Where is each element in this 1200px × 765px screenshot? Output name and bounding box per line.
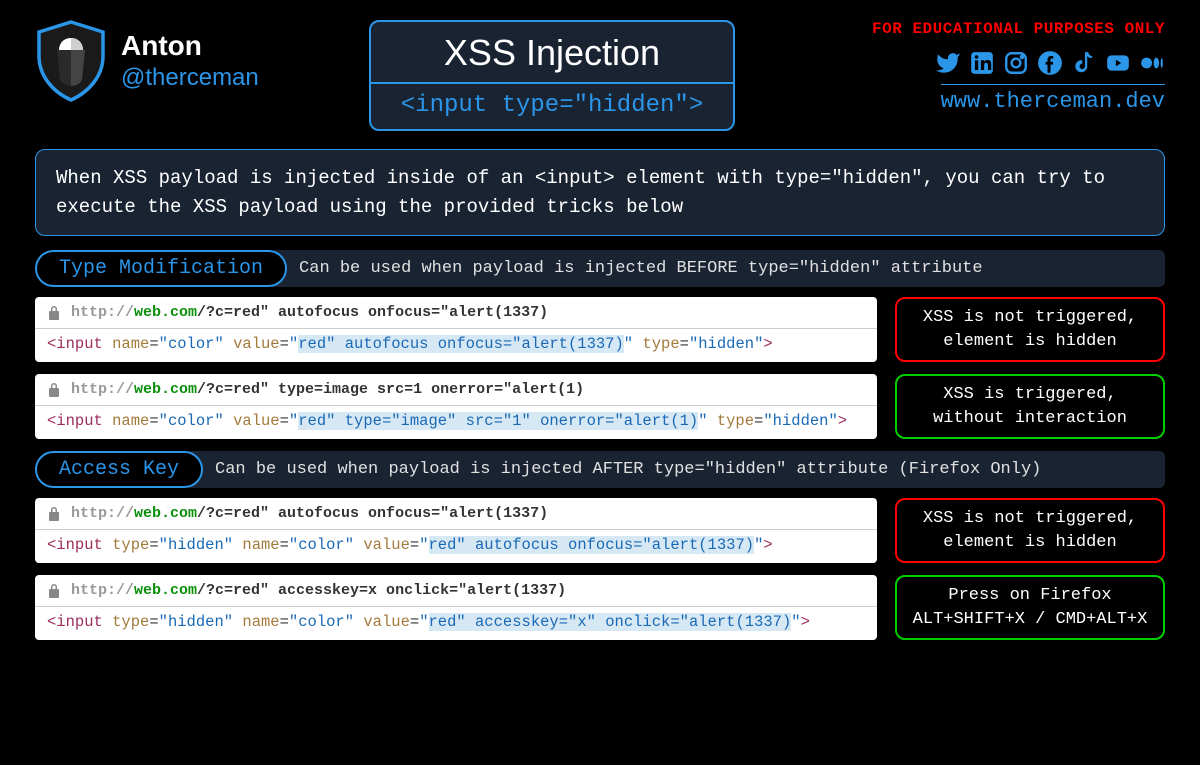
facebook-icon[interactable] xyxy=(1037,50,1063,76)
linkedin-icon[interactable] xyxy=(969,50,995,76)
instagram-icon[interactable] xyxy=(1003,50,1029,76)
url-bar: http://web.com/?c=red" autofocus onfocus… xyxy=(71,304,548,321)
code-output: <input type="hidden" name="color" value=… xyxy=(35,530,877,563)
profile: Anton @therceman xyxy=(35,20,259,102)
url-bar: http://web.com/?c=red" accesskey=x oncli… xyxy=(71,582,566,599)
result-not-triggered: XSS is not triggered, element is hidden xyxy=(895,498,1165,563)
url-bar: http://web.com/?c=red" autofocus onfocus… xyxy=(71,505,548,522)
code-output: <input type="hidden" name="color" value=… xyxy=(35,607,877,640)
lock-icon xyxy=(47,382,61,398)
tiktok-icon[interactable] xyxy=(1071,50,1097,76)
youtube-icon[interactable] xyxy=(1105,50,1131,76)
code-output: <input name="color" value="red" autofocu… xyxy=(35,329,877,362)
section-badge-access-key: Access Key xyxy=(35,451,203,488)
author-name: Anton xyxy=(121,30,259,62)
example-3: http://web.com/?c=red" autofocus onfocus… xyxy=(35,498,877,563)
example-2: http://web.com/?c=red" type=image src=1 … xyxy=(35,374,877,439)
section-desc-type-modification: Can be used when payload is injected BEF… xyxy=(269,250,1165,287)
lock-icon xyxy=(47,506,61,522)
example-4: http://web.com/?c=red" accesskey=x oncli… xyxy=(35,575,877,640)
result-not-triggered: XSS is not triggered, element is hidden xyxy=(895,297,1165,362)
lock-icon xyxy=(47,583,61,599)
social-icons xyxy=(872,50,1165,76)
page-subtitle: <input type="hidden"> xyxy=(371,82,733,129)
medium-icon[interactable] xyxy=(1139,50,1165,76)
intro-text: When XSS payload is injected inside of a… xyxy=(35,149,1165,236)
result-triggered: XSS is triggered, without interaction xyxy=(895,374,1165,439)
page-title: XSS Injection xyxy=(371,22,733,82)
website-link[interactable]: www.therceman.dev xyxy=(941,84,1165,114)
section-desc-access-key: Can be used when payload is injected AFT… xyxy=(185,451,1165,488)
result-firefox-keys: Press on Firefox ALT+SHIFT+X / CMD+ALT+X xyxy=(895,575,1165,640)
twitter-icon[interactable] xyxy=(935,50,961,76)
shield-avatar-icon xyxy=(35,20,107,102)
lock-icon xyxy=(47,305,61,321)
example-1: http://web.com/?c=red" autofocus onfocus… xyxy=(35,297,877,362)
section-badge-type-modification: Type Modification xyxy=(35,250,287,287)
educational-warning: FOR EDUCATIONAL PURPOSES ONLY xyxy=(872,20,1165,38)
url-bar: http://web.com/?c=red" type=image src=1 … xyxy=(71,381,584,398)
author-handle[interactable]: @therceman xyxy=(121,64,259,92)
title-box: XSS Injection <input type="hidden"> xyxy=(369,20,735,131)
code-output: <input name="color" value="red" type="im… xyxy=(35,406,877,439)
